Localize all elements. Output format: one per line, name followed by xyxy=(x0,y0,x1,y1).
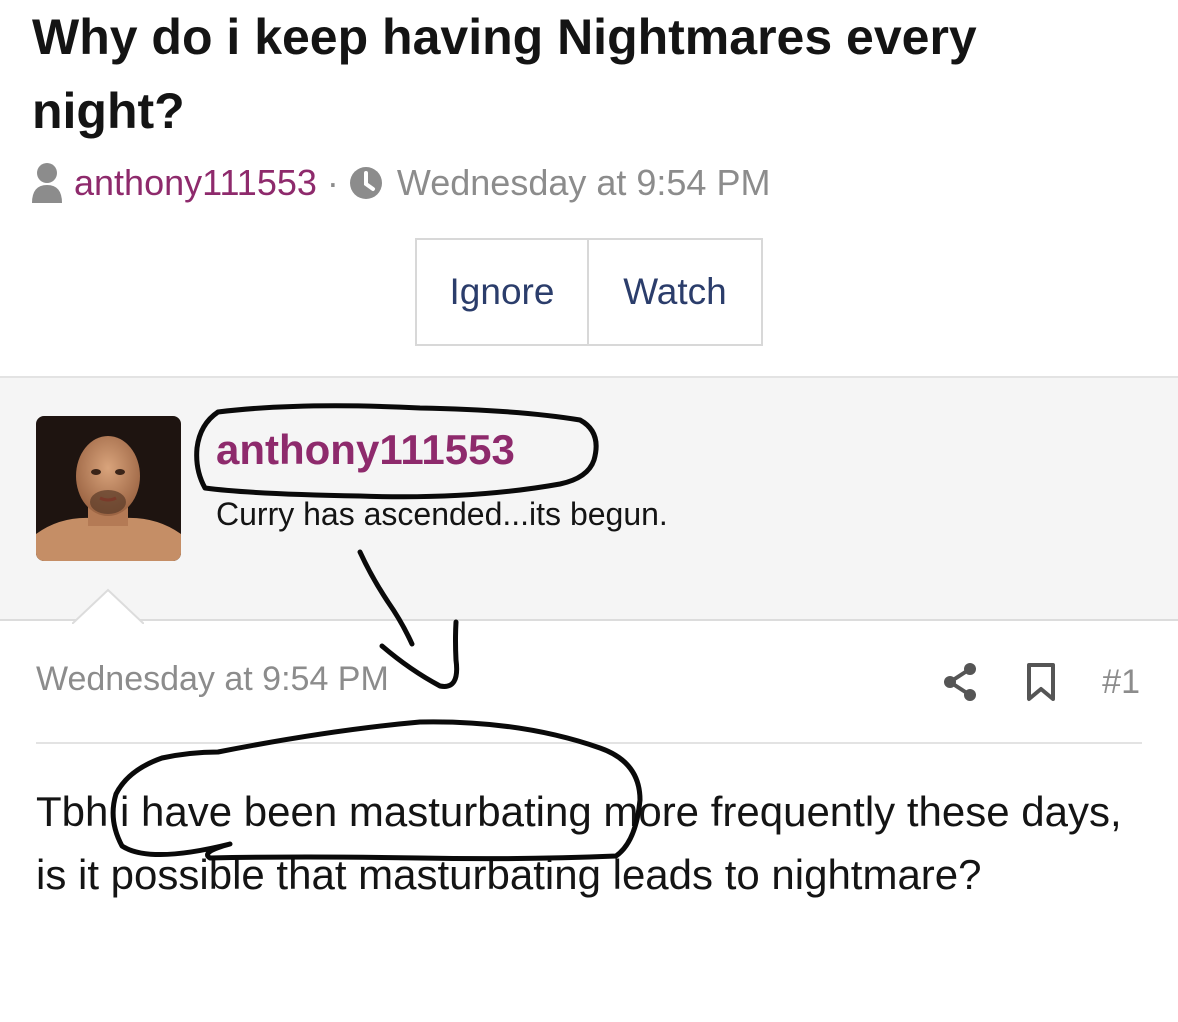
post-pointer xyxy=(72,588,144,624)
thread-date[interactable]: Wednesday at 9:54 PM xyxy=(397,162,771,204)
divider xyxy=(36,742,1142,744)
thread-author-link[interactable]: anthony111553 xyxy=(74,162,317,204)
share-icon[interactable] xyxy=(942,662,978,702)
thread-title: Why do i keep having Nightmares every ni… xyxy=(32,9,977,139)
clock-icon xyxy=(349,167,382,199)
bookmark-icon[interactable] xyxy=(1026,662,1056,702)
thread-meta: anthony111553 · Wednesday at 9:54 PM xyxy=(30,158,770,208)
meta-separator: · xyxy=(326,162,339,203)
avatar[interactable] xyxy=(36,416,181,561)
user-title: Curry has ascended...its begun. xyxy=(216,496,668,532)
post-author-link[interactable]: anthony111553 xyxy=(216,426,515,474)
post-header: anthony111553 Curry has ascended...its b… xyxy=(0,376,1178,624)
post-actions: #1 xyxy=(942,660,1140,704)
ignore-button[interactable]: Ignore xyxy=(417,240,589,344)
user-icon xyxy=(32,163,62,203)
thread-actions: Ignore Watch xyxy=(415,238,763,346)
post-permalink[interactable]: #1 xyxy=(1102,663,1140,702)
post-date[interactable]: Wednesday at 9:54 PM xyxy=(36,660,389,699)
watch-button[interactable]: Watch xyxy=(589,240,761,344)
post-body: Tbh i have been masturbating more freque… xyxy=(36,788,1122,898)
